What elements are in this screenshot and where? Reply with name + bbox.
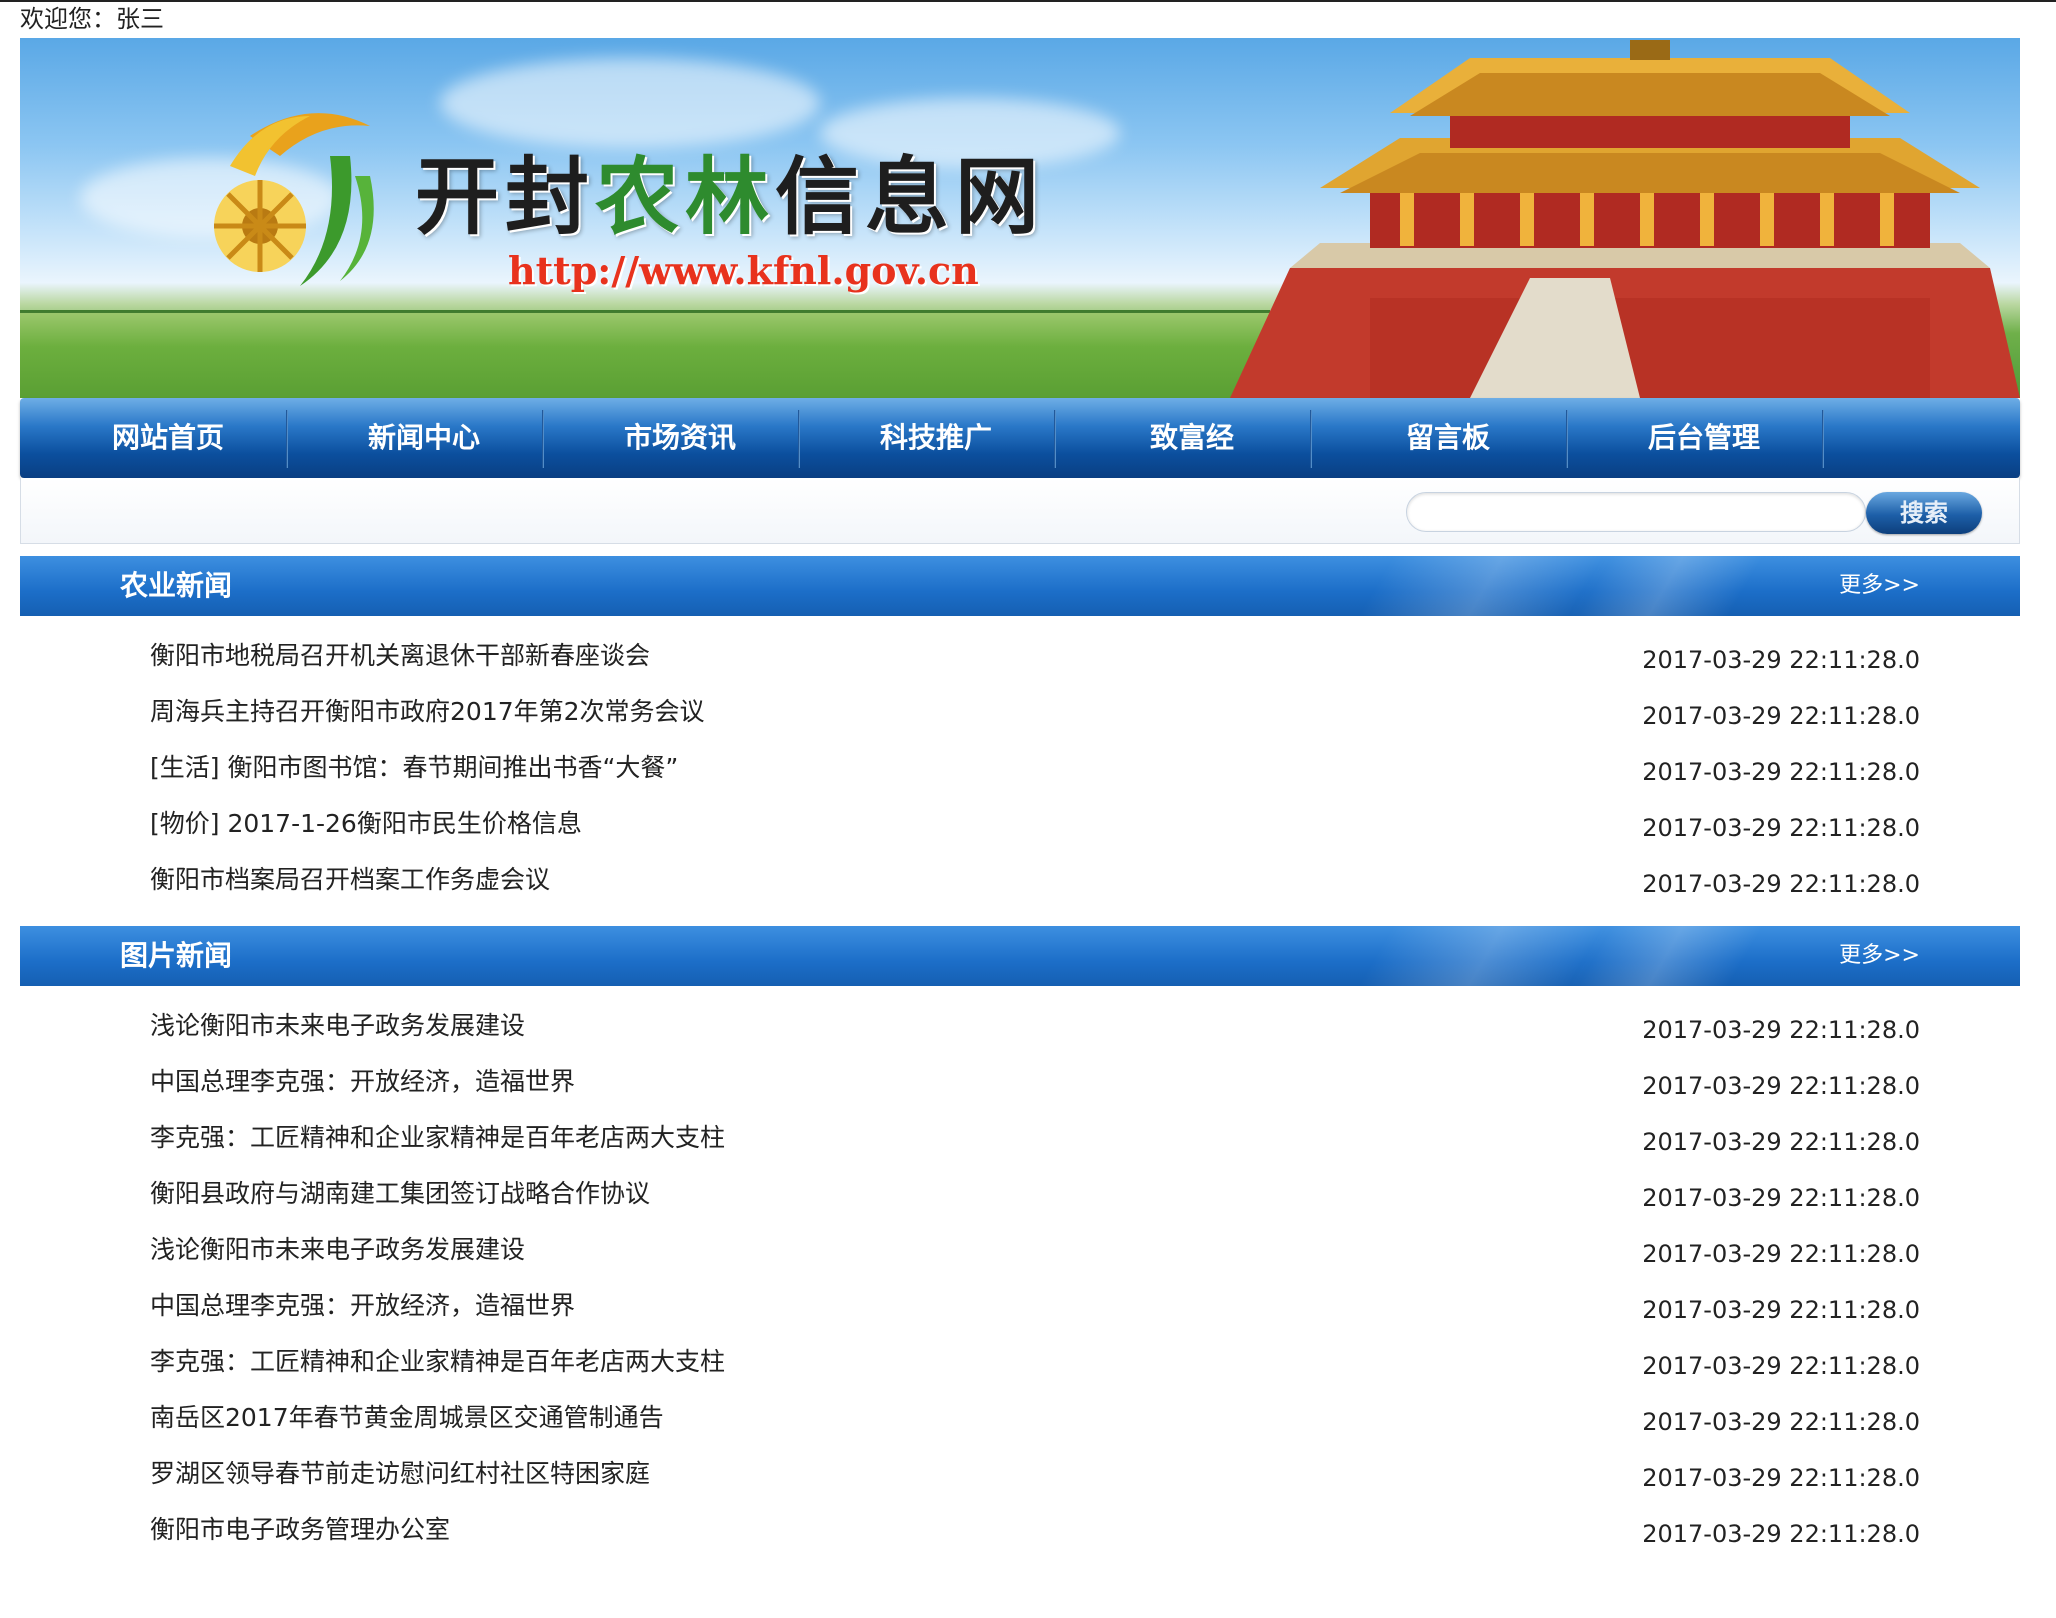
news-date: 2017-03-29 22:11:28.0 bbox=[1642, 1520, 1920, 1548]
nav-separator bbox=[286, 410, 288, 468]
search-bar: 搜索 bbox=[20, 478, 2020, 544]
news-date: 2017-03-29 22:11:28.0 bbox=[1642, 1240, 1920, 1268]
list-item: 衡阳县政府与湖南建工集团签订战略合作协议 2017-03-29 22:11:28… bbox=[0, 1166, 2056, 1222]
list-item: 罗湖区领导春节前走访慰问红村社区特困家庭 2017-03-29 22:11:28… bbox=[0, 1446, 2056, 1502]
list-item: 浅论衡阳市未来电子政务发展建设 2017-03-29 22:11:28.0 bbox=[0, 1222, 2056, 1278]
news-title-link[interactable]: 衡阳市档案局召开档案工作务虚会议 bbox=[150, 852, 550, 908]
list-item: [生活] 衡阳市图书馆：春节期间推出书香“大餐” 2017-03-29 22:1… bbox=[0, 740, 2056, 796]
nav-separator bbox=[1566, 410, 1568, 468]
list-item: 李克强：工匠精神和企业家精神是百年老店两大支柱 2017-03-29 22:11… bbox=[0, 1334, 2056, 1390]
section-header-agri-news: 农业新闻 更多>> bbox=[20, 556, 2020, 616]
news-title-link[interactable]: 罗湖区领导春节前走访慰问红村社区特困家庭 bbox=[150, 1446, 650, 1502]
news-date: 2017-03-29 22:11:28.0 bbox=[1642, 758, 1920, 786]
nav-separator bbox=[798, 410, 800, 468]
list-item: 浅论衡阳市未来电子政务发展建设 2017-03-29 22:11:28.0 bbox=[0, 998, 2056, 1054]
news-date: 2017-03-29 22:11:28.0 bbox=[1642, 870, 1920, 898]
news-date: 2017-03-29 22:11:28.0 bbox=[1642, 1464, 1920, 1492]
section-title: 农业新闻 bbox=[120, 569, 233, 602]
nav-separator bbox=[1310, 410, 1312, 468]
site-url: http://www.kfnl.gov.cn bbox=[508, 248, 979, 293]
city-gate-image bbox=[1230, 40, 2020, 398]
search-button[interactable]: 搜索 bbox=[1866, 492, 1982, 534]
search-input[interactable] bbox=[1406, 492, 1866, 532]
news-title-link[interactable]: 中国总理李克强：开放经济，造福世界 bbox=[150, 1278, 575, 1334]
list-item: 周海兵主持召开衡阳市政府2017年第2次常务会议 2017-03-29 22:1… bbox=[0, 684, 2056, 740]
nav-item-admin[interactable]: 后台管理 bbox=[1576, 398, 1832, 478]
news-title-link[interactable]: 南岳区2017年春节黄金周城景区交通管制通告 bbox=[150, 1390, 664, 1446]
site-title-part: 农林 bbox=[595, 147, 776, 246]
site-logo-icon bbox=[214, 113, 374, 286]
news-title-link[interactable]: [生活] 衡阳市图书馆：春节期间推出书香“大餐” bbox=[150, 740, 678, 796]
news-date: 2017-03-29 22:11:28.0 bbox=[1642, 1016, 1920, 1044]
news-title-link[interactable]: 中国总理李克强：开放经济，造福世界 bbox=[150, 1054, 575, 1110]
news-title-link[interactable]: 衡阳县政府与湖南建工集团签订战略合作协议 bbox=[150, 1166, 650, 1222]
news-title-link[interactable]: [物价] 2017-1-26衡阳市民生价格信息 bbox=[150, 796, 582, 852]
site-banner: 开封农林信息网 http://www.kfnl.gov.cn bbox=[20, 38, 2020, 398]
news-title-link[interactable]: 浅论衡阳市未来电子政务发展建设 bbox=[150, 1222, 525, 1278]
nav-item-message-board[interactable]: 留言板 bbox=[1320, 398, 1576, 478]
news-title-link[interactable]: 衡阳市地税局召开机关离退休干部新春座谈会 bbox=[150, 628, 650, 684]
nav-item-wealth[interactable]: 致富经 bbox=[1064, 398, 1320, 478]
nav-separator bbox=[1822, 410, 1824, 468]
news-date: 2017-03-29 22:11:28.0 bbox=[1642, 702, 1920, 730]
news-title-link[interactable]: 周海兵主持召开衡阳市政府2017年第2次常务会议 bbox=[150, 684, 705, 740]
list-item: 李克强：工匠精神和企业家精神是百年老店两大支柱 2017-03-29 22:11… bbox=[0, 1110, 2056, 1166]
nav-item-home[interactable]: 网站首页 bbox=[40, 398, 296, 478]
section-title: 图片新闻 bbox=[120, 939, 233, 972]
nav-item-news-center[interactable]: 新闻中心 bbox=[296, 398, 552, 478]
list-item: 衡阳市档案局召开档案工作务虚会议 2017-03-29 22:11:28.0 bbox=[0, 852, 2056, 908]
news-title-link[interactable]: 浅论衡阳市未来电子政务发展建设 bbox=[150, 998, 525, 1054]
section-header-photo-news: 图片新闻 更多>> bbox=[20, 926, 2020, 986]
news-date: 2017-03-29 22:11:28.0 bbox=[1642, 1128, 1920, 1156]
news-title-link[interactable]: 李克强：工匠精神和企业家精神是百年老店两大支柱 bbox=[150, 1110, 725, 1166]
list-item: 中国总理李克强：开放经济，造福世界 2017-03-29 22:11:28.0 bbox=[0, 1054, 2056, 1110]
nav-item-market-info[interactable]: 市场资讯 bbox=[552, 398, 808, 478]
field-decoration bbox=[20, 313, 1270, 398]
news-date: 2017-03-29 22:11:28.0 bbox=[1642, 1184, 1920, 1212]
site-title: 开封农林信息网 bbox=[415, 130, 1045, 251]
list-item: 南岳区2017年春节黄金周城景区交通管制通告 2017-03-29 22:11:… bbox=[0, 1390, 2056, 1446]
list-item: [物价] 2017-1-26衡阳市民生价格信息 2017-03-29 22:11… bbox=[0, 796, 2056, 852]
list-item: 衡阳市地税局召开机关离退休干部新春座谈会 2017-03-29 22:11:28… bbox=[0, 628, 2056, 684]
nav-item-tech-promotion[interactable]: 科技推广 bbox=[808, 398, 1064, 478]
site-title-part: 信息网 bbox=[775, 147, 1046, 246]
welcome-text: 欢迎您：张三 bbox=[20, 5, 164, 33]
list-item: 中国总理李克强：开放经济，造福世界 2017-03-29 22:11:28.0 bbox=[0, 1278, 2056, 1334]
news-date: 2017-03-29 22:11:28.0 bbox=[1642, 1408, 1920, 1436]
news-date: 2017-03-29 22:11:28.0 bbox=[1642, 1352, 1920, 1380]
news-title-link[interactable]: 衡阳市电子政务管理办公室 bbox=[150, 1502, 450, 1558]
nav-separator bbox=[1054, 410, 1056, 468]
news-title-link[interactable]: 李克强：工匠精神和企业家精神是百年老店两大支柱 bbox=[150, 1334, 725, 1390]
main-nav: 网站首页 新闻中心 市场资讯 科技推广 致富经 留言板 后台管理 bbox=[20, 398, 2020, 478]
news-date: 2017-03-29 22:11:28.0 bbox=[1642, 1072, 1920, 1100]
site-title-part: 开封 bbox=[415, 147, 596, 246]
list-item: 衡阳市电子政务管理办公室 2017-03-29 22:11:28.0 bbox=[0, 1502, 2056, 1558]
news-date: 2017-03-29 22:11:28.0 bbox=[1642, 1296, 1920, 1324]
news-date: 2017-03-29 22:11:28.0 bbox=[1642, 814, 1920, 842]
nav-separator bbox=[542, 410, 544, 468]
more-link[interactable]: 更多>> bbox=[1839, 926, 1920, 986]
news-date: 2017-03-29 22:11:28.0 bbox=[1642, 646, 1920, 674]
top-border bbox=[0, 0, 2056, 2]
more-link[interactable]: 更多>> bbox=[1839, 556, 1920, 616]
